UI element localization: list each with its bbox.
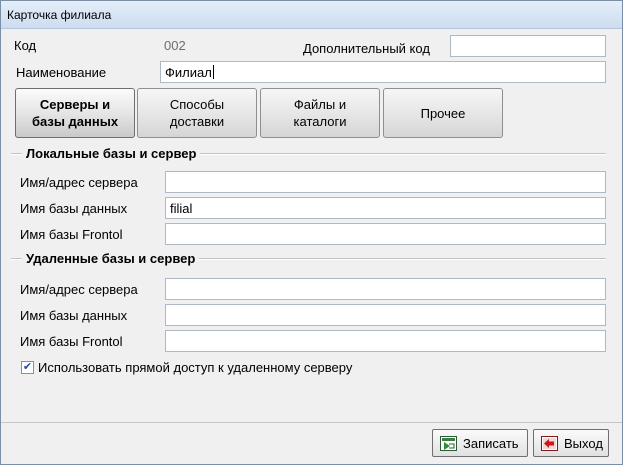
save-button-label: Записать (463, 435, 519, 451)
tab-delivery-methods[interactable]: Способы доставки (137, 88, 257, 138)
checkmark-icon: ✔ (22, 361, 33, 373)
tab-files-folders-label: Файлы и каталоги (293, 97, 347, 129)
name-input[interactable]: Филиал (160, 61, 606, 83)
local-frontol-label: Имя базы Frontol (20, 227, 123, 242)
tab-delivery-methods-label: Способы доставки (169, 97, 225, 129)
tab-other-label: Прочее (420, 105, 466, 121)
code-value: 002 (164, 38, 186, 53)
window-title: Карточка филиала (7, 8, 112, 22)
direct-access-checkbox[interactable]: ✔ (21, 361, 34, 374)
remote-server-label: Имя/адрес сервера (20, 282, 138, 297)
name-label: Наименование (16, 65, 107, 80)
remote-server-input[interactable] (165, 278, 606, 300)
local-frontol-input[interactable] (165, 223, 606, 245)
branch-card-window: Карточка филиала Код 002 Дополнительный … (0, 0, 623, 465)
local-server-input[interactable] (165, 171, 606, 193)
direct-access-label: Использовать прямой доступ к удаленному … (38, 360, 353, 375)
exit-button[interactable]: Выход (533, 429, 609, 457)
save-icon (439, 435, 457, 451)
extra-code-label: Дополнительный код (303, 41, 430, 56)
remote-frontol-label: Имя базы Frontol (20, 334, 123, 349)
remote-db-label: Имя базы данных (20, 308, 128, 323)
bottom-button-bar (1, 422, 622, 464)
tab-other[interactable]: Прочее (383, 88, 503, 138)
remote-db-input[interactable] (165, 304, 606, 326)
name-input-value: Филиал (165, 65, 212, 80)
remote-section-title: Удаленные базы и сервер (22, 251, 200, 266)
tab-files-folders[interactable]: Файлы и каталоги (260, 88, 380, 138)
exit-icon (540, 435, 558, 451)
local-server-label: Имя/адрес сервера (20, 175, 138, 190)
title-bar: Карточка филиала (1, 1, 622, 29)
tab-servers-databases[interactable]: Серверы и базы данных (15, 88, 135, 138)
tab-servers-databases-label: Серверы и базы данных (31, 97, 119, 129)
local-db-input[interactable]: filial (165, 197, 606, 219)
local-section-title: Локальные базы и сервер (22, 146, 201, 161)
exit-button-label: Выход (564, 435, 603, 451)
save-button[interactable]: Записать (432, 429, 528, 457)
text-caret (212, 65, 214, 79)
code-label: Код (14, 38, 37, 53)
local-db-label: Имя базы данных (20, 201, 128, 216)
remote-frontol-input[interactable] (165, 330, 606, 352)
extra-code-input[interactable] (450, 35, 606, 57)
